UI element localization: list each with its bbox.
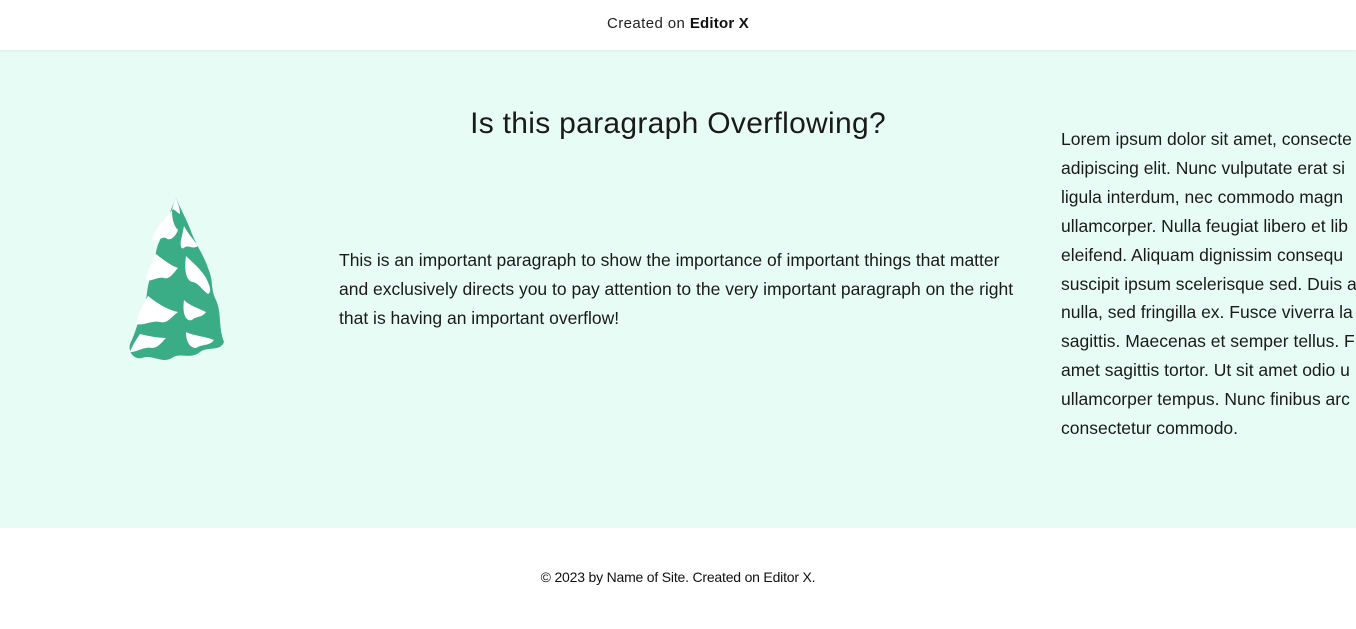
footer-copyright: © 2023 by Name of Site. Created on Edito… xyxy=(540,569,816,585)
hero-section: Is this paragraph Overflowing? This is a… xyxy=(0,50,1356,528)
paragraph-line: adipiscing elit. Nunc vulputate erat si xyxy=(1061,157,1346,178)
paragraph-line: Lorem ipsum dolor sit amet, consecte xyxy=(1061,129,1352,149)
paragraph-line: amet sagittis tortor. Ut sit amet odio u xyxy=(1061,360,1350,381)
paragraph-line: eleifend. Aliquam dignissim consequ xyxy=(1061,244,1344,265)
paragraph-line: ullamcorper. Nulla feugiat libero et lib xyxy=(1061,215,1348,236)
site-footer: © 2023 by Name of Site. Created on Edito… xyxy=(0,528,1356,629)
editor-x-logo[interactable]: Editor X xyxy=(690,15,749,32)
paragraph-line: ligula interdum, nec commodo magn xyxy=(1061,186,1344,207)
paragraph-line: ullamcorper tempus. Nunc finibus arc xyxy=(1061,389,1350,410)
created-on-label: Created on xyxy=(607,15,686,32)
created-on-banner[interactable]: Created on Editor X xyxy=(0,15,1356,32)
top-banner: Created on Editor X xyxy=(0,0,1356,50)
important-paragraph: This is an important paragraph to show t… xyxy=(339,250,1014,328)
snowy-pine-tree-icon xyxy=(129,198,224,360)
paragraph-line: consectetur commodo. xyxy=(1061,418,1239,439)
paragraph-line: suscipit ipsum scelerisque sed. Duis a xyxy=(1061,273,1356,294)
paragraph-line: sagittis. Maecenas et semper tellus. F xyxy=(1061,331,1355,352)
overflowing-paragraph: Lorem ipsum dolor sit amet, consecte adi… xyxy=(1061,125,1356,443)
paragraph-line: nulla, sed fringilla ex. Fusce viverra l… xyxy=(1061,302,1353,323)
